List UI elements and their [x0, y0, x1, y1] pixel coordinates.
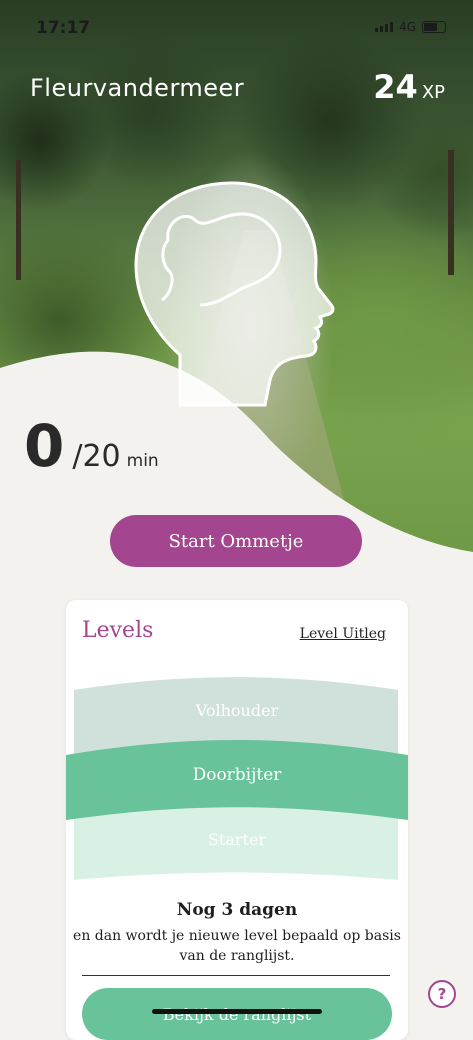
network-label: 4G: [399, 20, 416, 34]
xp-counter: 24 XP: [373, 68, 445, 106]
xp-value: 24: [373, 68, 418, 106]
signal-icon: [375, 22, 394, 32]
status-bar: 17:17 4G: [36, 18, 446, 40]
head-brain-icon: [134, 181, 335, 407]
minutes-progress: 0/20 min: [24, 412, 159, 480]
status-time: 17:17: [36, 18, 91, 38]
level-volhouder: Volhouder: [195, 701, 279, 720]
level-uitleg-link[interactable]: Level Uitleg: [300, 626, 386, 642]
status-indicators: 4G: [375, 20, 446, 34]
minutes-total: /20: [72, 439, 121, 474]
help-icon[interactable]: ?: [428, 980, 456, 1008]
start-ommetje-button[interactable]: Start Ommetje: [110, 515, 362, 567]
levels-stack: Volhouder Doorbijter Starter: [66, 675, 408, 895]
levels-card: Levels Level Uitleg Volhouder Doorbijter…: [66, 600, 408, 1040]
level-doorbijter: Doorbijter: [192, 765, 282, 785]
xp-unit: XP: [421, 82, 445, 103]
level-countdown: Nog 3 dagen en dan wordt je nieuwe level…: [66, 900, 408, 966]
home-indicator: [152, 1009, 322, 1014]
level-starter: Starter: [207, 830, 267, 849]
ranglijst-button[interactable]: Bekijk de ranglijst: [82, 988, 392, 1040]
countdown-text: en dan wordt je nieuwe level bepaald op …: [73, 928, 401, 964]
minutes-current: 0: [24, 412, 65, 480]
levels-title: Levels: [82, 618, 154, 643]
minutes-unit: min: [126, 451, 159, 471]
divider: [82, 975, 390, 976]
countdown-title: Nog 3 dagen: [176, 900, 298, 920]
username: Fleurvandermeer: [30, 74, 245, 102]
battery-icon: [422, 21, 446, 33]
